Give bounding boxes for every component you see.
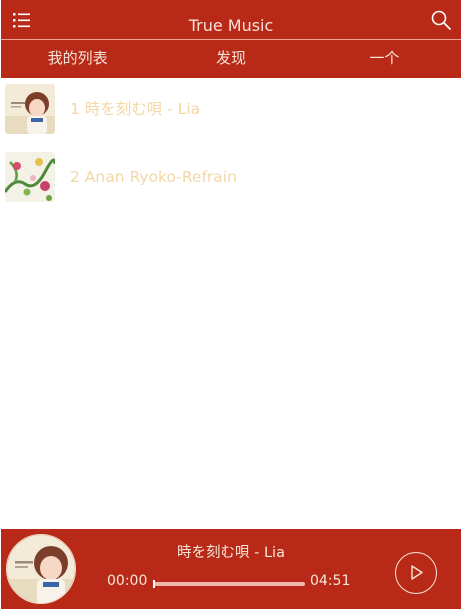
song-item[interactable]: 2 Anan Ryoko-Refrain bbox=[0, 148, 461, 216]
tab-bar: 我的列表 发现 一个 bbox=[1, 40, 461, 78]
app-title: True Music bbox=[188, 16, 274, 35]
app-window: True Music 我的列表 发现 一个 1 時を刻む唄 - Lia 2 An… bbox=[0, 0, 461, 609]
song-title: 2 Anan Ryoko-Refrain bbox=[70, 168, 237, 186]
player-bar: 時を刻む唄 - Lia 00:00 04:51 bbox=[1, 529, 461, 609]
song-item[interactable]: 1 時を刻む唄 - Lia bbox=[0, 80, 461, 148]
total-time: 04:51 bbox=[310, 573, 351, 589]
tab-one[interactable]: 一个 bbox=[308, 40, 461, 78]
progress-handle[interactable] bbox=[153, 580, 155, 588]
search-icon[interactable] bbox=[430, 9, 452, 31]
app-header: True Music bbox=[1, 0, 461, 40]
song-list: 1 時を刻む唄 - Lia 2 Anan Ryoko-Refrain bbox=[0, 80, 461, 216]
tab-my-list[interactable]: 我的列表 bbox=[1, 40, 154, 78]
now-playing-title: 時を刻む唄 - Lia bbox=[177, 545, 285, 561]
tab-discover[interactable]: 发现 bbox=[154, 40, 307, 78]
play-icon bbox=[411, 565, 423, 580]
anime-girl-cover bbox=[5, 84, 55, 134]
current-time: 00:00 bbox=[107, 573, 148, 589]
song-title: 1 時を刻む唄 - Lia bbox=[70, 100, 201, 118]
floral-cover bbox=[5, 152, 55, 202]
progress-bar[interactable] bbox=[153, 580, 305, 588]
play-button[interactable] bbox=[395, 552, 437, 594]
